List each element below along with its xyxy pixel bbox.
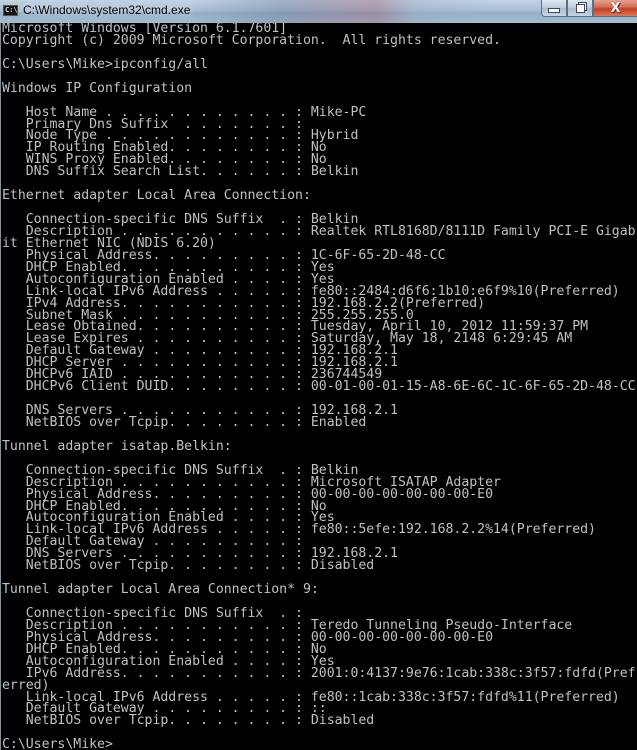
console-line: NetBIOS over Tcpip. . . . . . . . : Enab… <box>2 414 367 430</box>
maximize-button[interactable] <box>567 0 593 17</box>
console-line: NetBIOS over Tcpip. . . . . . . . : Disa… <box>2 558 375 574</box>
close-button[interactable]: X <box>593 0 637 17</box>
console-line: IPv6 Address. . . . . . . . . . . : 2001… <box>2 665 636 681</box>
window-title: C:\Windows\system32\cmd.exe <box>23 3 191 17</box>
console-output[interactable]: Microsoft Windows [Version 6.1.7601] Copy… <box>0 23 637 750</box>
prompt-line: C:\Users\Mike>ipconfig/all <box>2 56 208 72</box>
console-line: DNS Suffix Search List. . . . . . : Belk… <box>2 164 359 180</box>
console-line: DHCPv6 Client DUID. . . . . . . . : 00-0… <box>2 379 636 395</box>
section-header: Windows IP Configuration <box>2 80 193 96</box>
title-bar-background <box>190 0 490 23</box>
prompt-line: C:\Users\Mike> <box>2 737 113 750</box>
minimize-button[interactable] <box>541 0 567 17</box>
cmd-window: C:\. C:\Windows\system32\cmd.exe X Micro… <box>0 0 637 750</box>
restore-icon <box>575 3 585 13</box>
title-bar[interactable]: C:\. C:\Windows\system32\cmd.exe X <box>0 0 637 23</box>
window-controls: X <box>541 0 637 18</box>
console-line: NetBIOS over Tcpip. . . . . . . . : Disa… <box>2 713 375 729</box>
section-header: Tunnel adapter Local Area Connection* 9: <box>2 582 319 598</box>
close-icon: X <box>610 0 621 16</box>
cmd-icon[interactable]: C:\. <box>3 5 22 16</box>
section-header: Tunnel adapter isatap.Belkin: <box>2 438 232 454</box>
console-line: Copyright (c) 2009 Microsoft Corporation… <box>2 32 501 48</box>
minimize-icon <box>548 8 560 13</box>
section-header: Ethernet adapter Local Area Connection: <box>2 188 311 204</box>
console-text: Microsoft Windows [Version 6.1.7601] Copy… <box>1 23 637 750</box>
